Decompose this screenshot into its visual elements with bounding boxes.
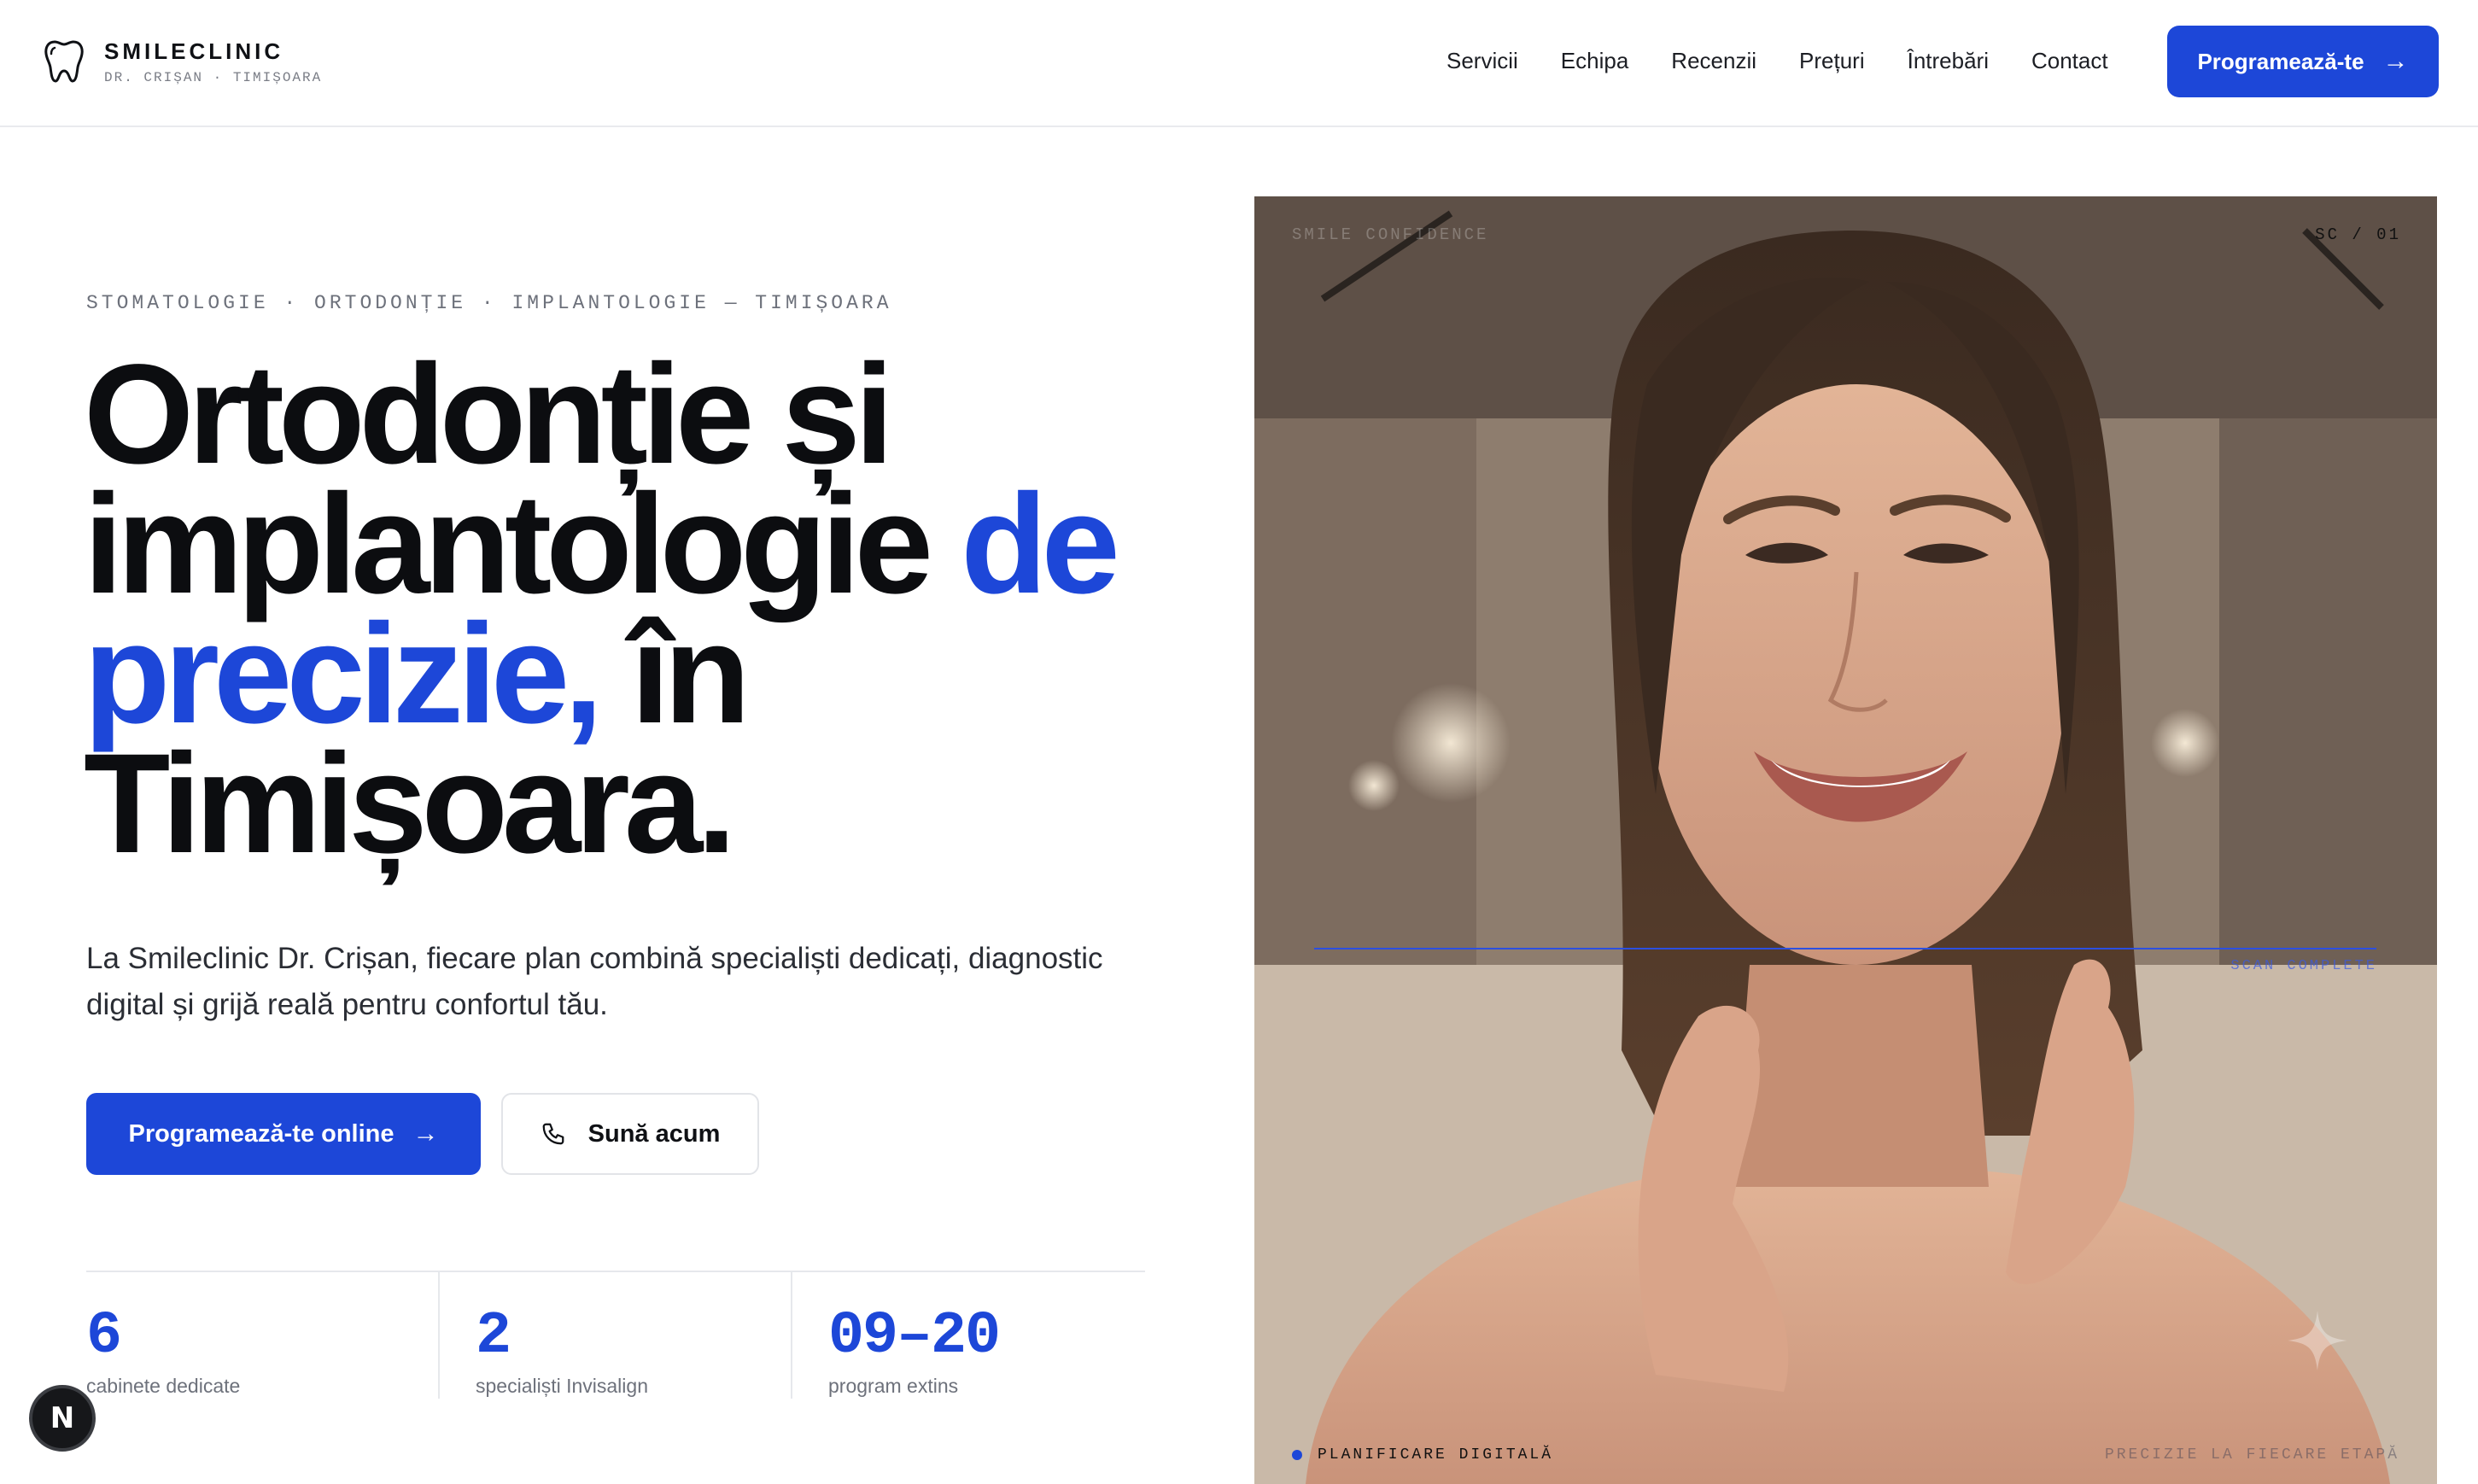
hero-lead: La Smileclinic Dr. Crișan, fiecare plan … <box>86 942 1103 1021</box>
photo-label-top-left: SMILE CONFIDENCE <box>1292 225 1489 244</box>
phone-icon <box>542 1123 564 1145</box>
brand-subtitle: DR. CRIȘAN · TIMIȘOARA <box>104 70 323 85</box>
nav-link-echipa[interactable]: Echipa <box>1561 48 1629 73</box>
arrow-right-icon: → <box>2382 47 2409 75</box>
status-dot <box>1292 1450 1302 1460</box>
call-now-label: Sună acum <box>587 1119 721 1148</box>
hero-photo-illustration <box>1254 196 2437 1484</box>
scan-line <box>1314 948 2376 949</box>
brand-name: SMILECLINIC <box>104 38 284 64</box>
main-nav: Servicii Echipa Recenzii Prețuri Întrebă… <box>1446 48 2151 73</box>
nav-link-contact[interactable]: Contact <box>2031 48 2108 73</box>
photo-label-top-right: SC / 01 <box>2315 225 2401 244</box>
sparkle-icon <box>2288 1311 2347 1370</box>
header-booking-button[interactable]: Programează-te → <box>2167 26 2439 97</box>
headline-part-1: Ortodonție și implantologie <box>84 336 961 623</box>
stat-specialists: 2 specialiști Invisalign <box>438 1272 791 1399</box>
photo-caption-left-text: PLANIFICARE DIGITALĂ <box>1318 1446 1554 1464</box>
stat-label: program extins <box>828 1375 959 1397</box>
hero-headline: Ortodonție și implantologie de precizie,… <box>84 344 1194 875</box>
scan-label: SCAN COMPLETE <box>2230 958 2377 974</box>
call-now-button[interactable]: Sună acum <box>501 1093 759 1175</box>
nav-link-recenzii[interactable]: Recenzii <box>1671 48 1756 73</box>
stat-value: 6 <box>86 1303 122 1370</box>
stat-cabinets: 6 cabinete dedicate <box>86 1272 438 1399</box>
photo-caption-right: PRECIZIE LA FIECARE ETAPĂ <box>2104 1446 2399 1464</box>
header-booking-label: Programează-te <box>2197 48 2364 74</box>
hero-photo: SMILE CONFIDENCE SC / 01 SCAN COMPLETE P… <box>1254 196 2437 1484</box>
nav-link-servicii[interactable]: Servicii <box>1446 48 1518 73</box>
tooth-icon <box>44 40 84 83</box>
hero-eyebrow: STOMATOLOGIE · ORTODONȚIE · IMPLANTOLOGI… <box>86 292 892 314</box>
dev-tools-badge[interactable]: N <box>29 1385 96 1452</box>
book-online-label: Programează-te online <box>128 1119 394 1148</box>
stat-value: 2 <box>476 1303 511 1370</box>
nav-link-intrebari[interactable]: Întrebări <box>1908 48 1989 73</box>
stat-hours: 09–20 program extins <box>791 1272 1145 1399</box>
photo-caption-left: PLANIFICARE DIGITALĂ <box>1292 1446 1553 1464</box>
stat-label: cabinete dedicate <box>86 1375 241 1397</box>
brand-logo[interactable]: SMILECLINIC DR. CRIȘAN · TIMIȘOARA <box>43 38 322 85</box>
arrow-right-icon: → <box>412 1119 439 1148</box>
site-header: SMILECLINIC DR. CRIȘAN · TIMIȘOARA Servi… <box>0 0 2478 127</box>
nav-link-preturi[interactable]: Prețuri <box>1799 48 1865 73</box>
book-online-button[interactable]: Programează-te online → <box>86 1093 481 1175</box>
stat-value: 09–20 <box>828 1303 1001 1370</box>
stats-row: 6 cabinete dedicate 2 specialiști Invisa… <box>86 1271 1145 1399</box>
stat-label: specialiști Invisalign <box>476 1375 648 1397</box>
